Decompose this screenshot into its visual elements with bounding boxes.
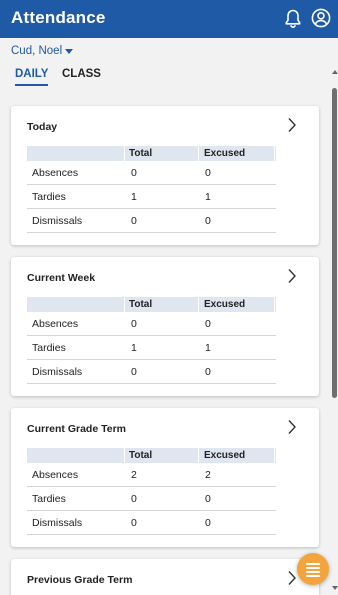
card-title: Today <box>27 121 58 133</box>
excused-value: 0 <box>205 167 211 179</box>
scroll-down-arrow-icon[interactable] <box>332 586 338 590</box>
app-title: Attendance <box>11 8 106 27</box>
scrollbar[interactable] <box>331 70 338 595</box>
card-title: Previous Grade Term <box>27 574 133 586</box>
excused-value: 0 <box>205 366 211 378</box>
total-value: 1 <box>131 191 137 203</box>
card-title: Current Grade Term <box>27 423 126 435</box>
total-value: 0 <box>131 215 137 227</box>
excused-value: 0 <box>205 318 211 330</box>
total-value: 0 <box>131 318 137 330</box>
scrollbar-thumb[interactable] <box>332 88 337 398</box>
app-bar: Attendance <box>0 0 338 38</box>
attendance-card-previous-grade-term: Previous Grade Term <box>11 559 319 595</box>
total-value: 0 <box>131 366 137 378</box>
attendance-card-current-grade-term: Current Grade Term Total Excused Absence… <box>11 408 319 547</box>
column-header-excused: Excused <box>204 148 246 159</box>
table-row: Absences 0 0 <box>27 312 276 336</box>
excused-value: 0 <box>205 493 211 505</box>
total-value: 0 <box>131 493 137 505</box>
table-header: Total Excused <box>27 146 276 161</box>
scroll-up-arrow-icon[interactable] <box>332 70 338 74</box>
row-label: Dismissals <box>32 366 83 378</box>
attendance-card-today: Today Total Excused Absences 0 0 Tardies… <box>11 106 319 245</box>
row-label: Absences <box>32 167 79 179</box>
table-header: Total Excused <box>27 448 276 463</box>
total-value: 0 <box>131 167 137 179</box>
column-header-excused: Excused <box>204 299 246 310</box>
attendance-table: Total Excused Absences 0 0 Tardies 1 1 D… <box>27 297 276 384</box>
row-label: Absences <box>32 469 79 481</box>
row-label: Tardies <box>32 191 66 203</box>
excused-value: 0 <box>205 517 211 529</box>
total-value: 0 <box>131 517 137 529</box>
table-row: Absences 0 0 <box>27 161 276 185</box>
table-row: Dismissals 0 0 <box>27 360 276 384</box>
total-value: 2 <box>131 469 137 481</box>
row-label: Tardies <box>32 493 66 505</box>
table-row: Absences 2 2 <box>27 463 276 487</box>
table-row: Tardies 1 1 <box>27 185 276 209</box>
excused-value: 1 <box>205 191 211 203</box>
total-value: 1 <box>131 342 137 354</box>
tab-daily[interactable]: DAILY <box>15 68 49 86</box>
table-row: Tardies 0 0 <box>27 487 276 511</box>
tab-class[interactable]: CLASS <box>62 68 101 84</box>
table-row: Tardies 1 1 <box>27 336 276 360</box>
account-icon[interactable] <box>311 8 331 28</box>
bell-icon[interactable] <box>284 9 302 29</box>
chevron-right-icon[interactable] <box>287 268 297 284</box>
chevron-right-icon[interactable] <box>287 419 297 435</box>
attendance-card-current-week: Current Week Total Excused Absences 0 0 … <box>11 257 319 396</box>
excused-value: 0 <box>205 215 211 227</box>
attendance-table: Total Excused Absences 0 0 Tardies 1 1 D… <box>27 146 276 233</box>
table-row: Dismissals 0 0 <box>27 209 276 233</box>
attendance-table: Total Excused Absences 2 2 Tardies 0 0 D… <box>27 448 276 535</box>
row-label: Dismissals <box>32 215 83 227</box>
menu-fab-button[interactable] <box>297 553 329 585</box>
student-name: Cud, Noel <box>11 45 63 57</box>
list-menu-icon <box>306 563 320 579</box>
excused-value: 1 <box>205 342 211 354</box>
student-selector[interactable]: Cud, Noel <box>11 45 74 57</box>
card-title: Current Week <box>27 272 96 284</box>
row-label: Dismissals <box>32 517 83 529</box>
excused-value: 2 <box>205 469 211 481</box>
row-label: Absences <box>32 318 79 330</box>
table-header: Total Excused <box>27 297 276 312</box>
chevron-right-icon[interactable] <box>287 570 297 586</box>
table-row: Dismissals 0 0 <box>27 511 276 535</box>
column-header-total: Total <box>129 299 153 310</box>
row-label: Tardies <box>32 342 66 354</box>
column-header-total: Total <box>129 148 153 159</box>
column-header-excused: Excused <box>204 450 246 461</box>
caret-down-icon <box>65 49 74 54</box>
column-header-total: Total <box>129 450 153 461</box>
chevron-right-icon[interactable] <box>287 117 297 133</box>
